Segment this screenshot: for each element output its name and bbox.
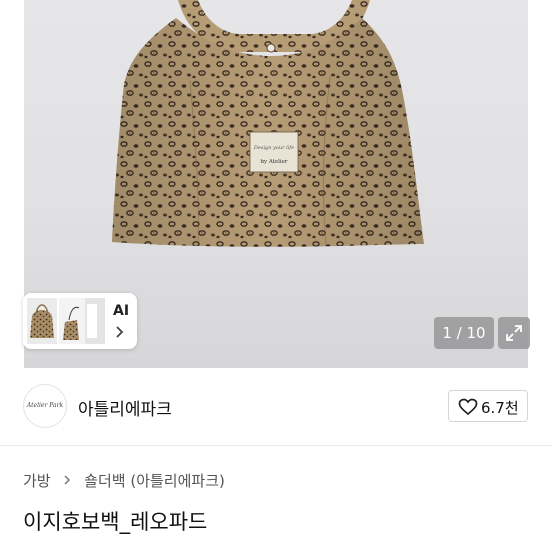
expand-icon xyxy=(506,325,522,341)
heart-outline-icon xyxy=(458,398,478,416)
breadcrumb-item-shoulder-bag[interactable]: 숄더백 (아틀리에파크) xyxy=(84,470,225,491)
favorite-count: 6.7천 xyxy=(481,399,519,417)
store-name[interactable]: 아틀리에파크 xyxy=(78,395,172,420)
favorite-button[interactable]: 6.7천 xyxy=(448,390,528,422)
breadcrumb-item-bag[interactable]: 가방 xyxy=(23,470,51,491)
chevron-right-icon xyxy=(63,472,71,490)
divider xyxy=(0,445,552,446)
store-info[interactable]: Atelier Park 아틀리에파크 6.7천 xyxy=(0,380,552,432)
image-counter: 1 / 10 xyxy=(434,317,494,349)
svg-text:by Atelier: by Atelier xyxy=(260,159,287,165)
ai-label: AI xyxy=(113,303,130,319)
breadcrumb: 가방 숄더백 (아틀리에파크) xyxy=(23,470,225,490)
thumbnail-images xyxy=(27,298,105,344)
ai-similar-items-button[interactable] xyxy=(23,293,137,349)
svg-text:Design your life: Design your life xyxy=(253,145,294,151)
product-title: 이지호보백_레오파드 xyxy=(23,510,208,534)
chevron-right-icon xyxy=(116,326,124,338)
product-image-gallery[interactable]: Design your life by Atelier AI 1 / 10 xyxy=(0,0,552,368)
store-avatar[interactable]: Atelier Park xyxy=(23,384,67,428)
expand-button[interactable] xyxy=(498,317,530,349)
